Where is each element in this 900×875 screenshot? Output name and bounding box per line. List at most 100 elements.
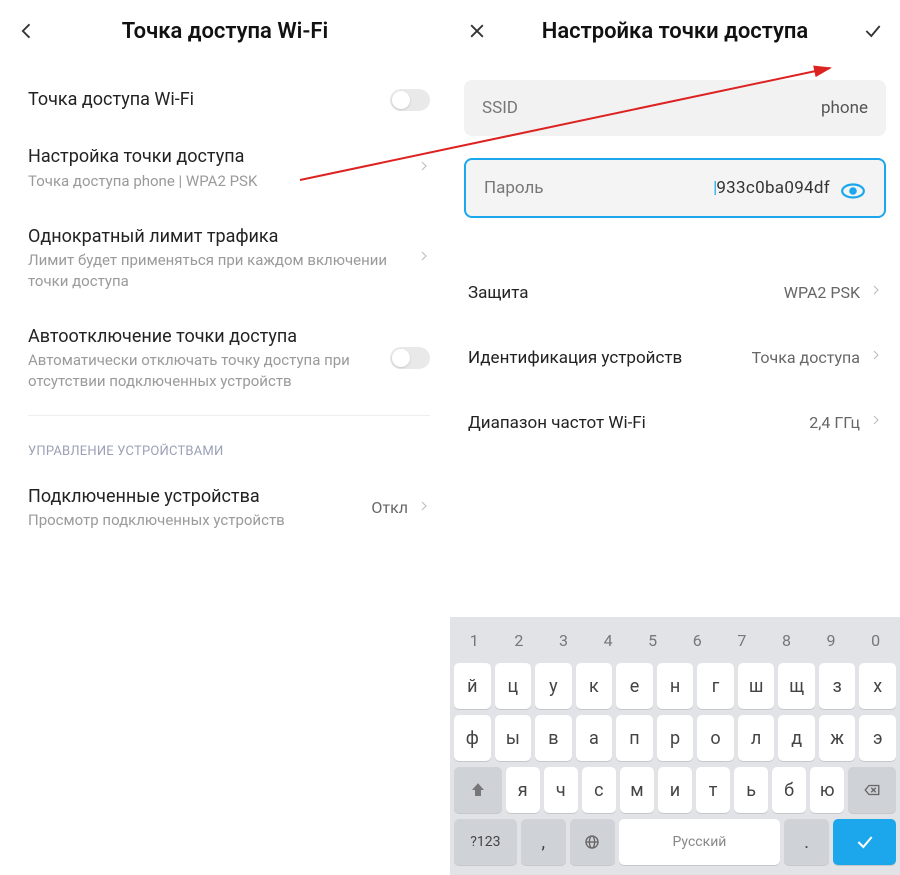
right-header: Настройка точки доступа bbox=[450, 0, 900, 72]
key-letter[interactable]: ц bbox=[495, 663, 532, 709]
key-9[interactable]: 9 bbox=[811, 623, 852, 657]
key-letter[interactable]: х bbox=[859, 663, 896, 709]
key-letter[interactable]: п bbox=[616, 715, 653, 761]
chevron-right-icon bbox=[870, 280, 882, 305]
limit-label: Однократный лимит трафика bbox=[28, 225, 410, 248]
key-letter[interactable]: и bbox=[658, 767, 692, 813]
key-letter[interactable]: с bbox=[582, 767, 616, 813]
key-comma[interactable]: , bbox=[521, 819, 566, 865]
key-letter[interactable]: е bbox=[616, 663, 653, 709]
key-letter[interactable]: э bbox=[859, 715, 896, 761]
key-letter[interactable]: н bbox=[657, 663, 694, 709]
key-letter[interactable]: в bbox=[535, 715, 572, 761]
kb-row-2: ф ы в а п р о л д ж э bbox=[454, 715, 896, 761]
ident-value: Точка доступа bbox=[752, 348, 860, 367]
row-auto-off[interactable]: Автоотключение точки доступа Автоматичес… bbox=[28, 309, 430, 409]
ssid-label: SSID bbox=[482, 98, 518, 118]
back-icon[interactable] bbox=[14, 18, 40, 44]
key-letter[interactable]: ч bbox=[544, 767, 578, 813]
autooff-toggle[interactable] bbox=[390, 347, 430, 369]
key-8[interactable]: 8 bbox=[766, 623, 807, 657]
key-letter[interactable]: о bbox=[697, 715, 734, 761]
row-connected-devices[interactable]: Подключенные устройства Просмотр подключ… bbox=[28, 469, 430, 549]
eye-icon[interactable] bbox=[840, 178, 866, 198]
key-mode[interactable]: ?123 bbox=[454, 819, 517, 865]
row-security[interactable]: Защита WPA2 PSK bbox=[450, 260, 900, 325]
key-6[interactable]: 6 bbox=[677, 623, 718, 657]
key-1[interactable]: 1 bbox=[454, 623, 495, 657]
right-title: Настройка точки доступа bbox=[504, 19, 846, 44]
chevron-right-icon bbox=[870, 345, 882, 370]
ssid-value: phone bbox=[821, 98, 868, 118]
connected-sub: Просмотр подключенных устройств bbox=[28, 510, 363, 530]
key-enter[interactable] bbox=[833, 819, 896, 865]
kb-row-4: ?123 , Русский . bbox=[454, 819, 896, 865]
key-letter[interactable]: ш bbox=[738, 663, 775, 709]
row-traffic-limit[interactable]: Однократный лимит трафика Лимит будет пр… bbox=[28, 209, 430, 309]
key-5[interactable]: 5 bbox=[632, 623, 673, 657]
hotspot-toggle[interactable] bbox=[390, 89, 430, 111]
key-letter[interactable]: л bbox=[738, 715, 775, 761]
key-letter[interactable]: м bbox=[620, 767, 654, 813]
key-letter[interactable]: а bbox=[576, 715, 613, 761]
key-letter[interactable]: т bbox=[696, 767, 730, 813]
autooff-label: Автоотключение точки доступа bbox=[28, 325, 382, 348]
limit-sub: Лимит будет применяться при каждом включ… bbox=[28, 250, 410, 291]
config-label: Настройка точки доступа bbox=[28, 145, 410, 168]
chevron-right-icon bbox=[418, 246, 430, 270]
key-period[interactable]: . bbox=[784, 819, 829, 865]
confirm-icon[interactable] bbox=[860, 18, 886, 44]
chevron-right-icon bbox=[418, 496, 430, 520]
key-0[interactable]: 0 bbox=[855, 623, 896, 657]
row-band[interactable]: Диапазон частот Wi-Fi 2,4 ГГц bbox=[450, 390, 900, 455]
key-letter[interactable]: ж bbox=[819, 715, 856, 761]
password-field[interactable]: Пароль | 933c0ba094df bbox=[464, 158, 886, 218]
key-7[interactable]: 7 bbox=[722, 623, 763, 657]
key-3[interactable]: 3 bbox=[543, 623, 584, 657]
key-letter[interactable]: г bbox=[697, 663, 734, 709]
connected-value: Откл bbox=[371, 498, 408, 517]
left-header: Точка доступа Wi-Fi bbox=[0, 0, 450, 72]
key-lang[interactable] bbox=[570, 819, 615, 865]
row-ident[interactable]: Идентификация устройств Точка доступа bbox=[450, 325, 900, 390]
key-letter[interactable]: к bbox=[576, 663, 613, 709]
key-letter[interactable]: щ bbox=[778, 663, 815, 709]
key-letter[interactable]: б bbox=[772, 767, 806, 813]
section-devices: УПРАВЛЕНИЕ УСТРОЙСТВАМИ bbox=[28, 426, 430, 469]
key-letter[interactable]: у bbox=[535, 663, 572, 709]
password-value: 933c0ba094df bbox=[716, 178, 830, 198]
key-letter[interactable]: д bbox=[778, 715, 815, 761]
chevron-right-icon bbox=[418, 156, 430, 180]
key-letter[interactable]: ф bbox=[454, 715, 491, 761]
key-letter[interactable]: я bbox=[506, 767, 540, 813]
autooff-sub: Автоматически отключать точку доступа пр… bbox=[28, 350, 382, 391]
kb-row-3: я ч с м и т ь б ю bbox=[454, 767, 896, 813]
row-hotspot-config[interactable]: Настройка точки доступа Точка доступа ph… bbox=[28, 129, 430, 209]
left-title: Точка доступа Wi-Fi bbox=[54, 19, 396, 44]
kb-row-nums: 1 2 3 4 5 6 7 8 9 0 bbox=[454, 623, 896, 657]
close-icon[interactable] bbox=[464, 18, 490, 44]
kb-row-1: й ц у к е н г ш щ з х bbox=[454, 663, 896, 709]
key-space[interactable]: Русский bbox=[619, 819, 781, 865]
key-letter[interactable]: з bbox=[819, 663, 856, 709]
band-value: 2,4 ГГц bbox=[809, 413, 860, 432]
password-label: Пароль bbox=[484, 178, 544, 198]
key-shift[interactable] bbox=[454, 767, 502, 813]
key-letter[interactable]: ь bbox=[734, 767, 768, 813]
security-value: WPA2 PSK bbox=[784, 283, 860, 302]
hotspot-label: Точка доступа Wi-Fi bbox=[28, 88, 382, 111]
key-backspace[interactable] bbox=[848, 767, 896, 813]
key-letter[interactable]: ы bbox=[495, 715, 532, 761]
row-hotspot-toggle[interactable]: Точка доступа Wi-Fi bbox=[28, 72, 430, 129]
connected-label: Подключенные устройства bbox=[28, 485, 363, 508]
security-label: Защита bbox=[468, 283, 784, 303]
band-label: Диапазон частот Wi-Fi bbox=[468, 413, 809, 433]
key-letter[interactable]: р bbox=[657, 715, 694, 761]
key-letter[interactable]: й bbox=[454, 663, 491, 709]
key-2[interactable]: 2 bbox=[499, 623, 540, 657]
keyboard: 1 2 3 4 5 6 7 8 9 0 й ц у к е н г ш щ з … bbox=[450, 617, 900, 875]
key-letter[interactable]: ю bbox=[810, 767, 844, 813]
ssid-field[interactable]: SSID phone bbox=[464, 80, 886, 136]
key-4[interactable]: 4 bbox=[588, 623, 629, 657]
config-sub: Точка доступа phone | WPA2 PSK bbox=[28, 171, 410, 191]
